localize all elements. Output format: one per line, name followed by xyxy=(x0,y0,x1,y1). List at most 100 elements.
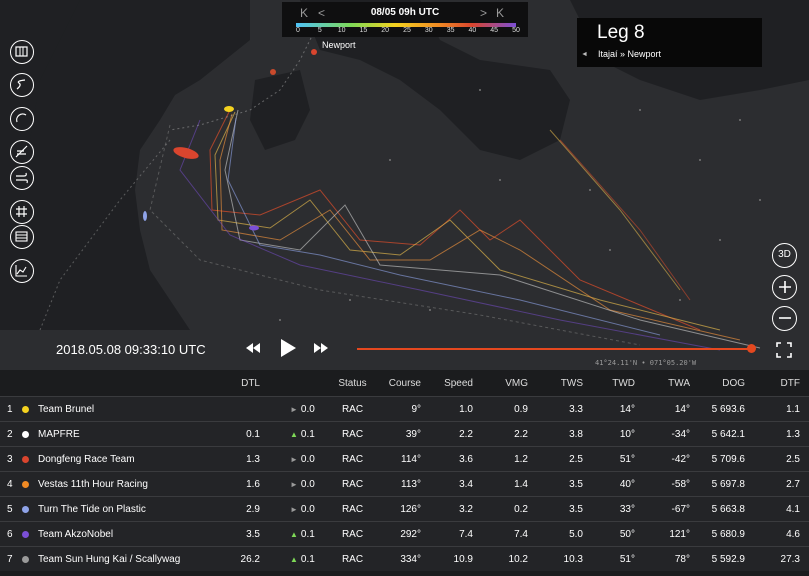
cell-twd: 10° xyxy=(619,429,635,440)
leg-panel: Leg 8 ◄ Itajaí » Newport xyxy=(577,18,762,67)
table-row[interactable]: 3 Dongfeng Race Team ► 0.0 1.3 RAC 114° 3.6 1.2 2… xyxy=(0,446,809,471)
cell-dtl: 1.6 xyxy=(246,479,260,490)
leaderboard-button[interactable] xyxy=(10,225,34,249)
race-map[interactable]: K < 08/05 09h UTC > K 0 5 10 15 20 25 30 35 40 45… xyxy=(0,0,809,370)
cell-twa: 78° xyxy=(674,554,690,565)
cell-tws: 5.0 xyxy=(569,529,583,540)
wind-scale-tick: 10 xyxy=(337,27,346,34)
header-course: Course xyxy=(388,378,421,389)
fast-forward-button[interactable] xyxy=(312,339,330,357)
cell-twa: -34° xyxy=(671,429,690,440)
chart-button[interactable] xyxy=(10,259,34,283)
team-name: Team AkzoNobel xyxy=(38,529,114,540)
compass-button[interactable] xyxy=(10,107,34,131)
grid-button[interactable] xyxy=(10,200,34,224)
team-name: MAPFRE xyxy=(38,429,80,440)
rank: 4 xyxy=(7,479,13,490)
delta-cell: ► 0.0 xyxy=(290,447,330,472)
wind-icon xyxy=(16,172,28,184)
cell-dtf: 1.1 xyxy=(786,404,800,415)
cell-twa: -58° xyxy=(671,479,690,490)
cursor-coordinates: 41°24.11'N • 071°05.20'W xyxy=(595,359,697,367)
wind-off-button[interactable] xyxy=(10,140,34,164)
cell-dog: 5 592.9 xyxy=(711,554,745,565)
table-row[interactable]: 1 Team Brunel ► 0.0 RAC 9° 1.0 0.9 3.3 14° 14° 5 69… xyxy=(0,396,809,421)
team-color-dot xyxy=(22,481,29,488)
delta-value: 0.1 xyxy=(300,529,315,540)
cell-course: 292° xyxy=(400,529,421,540)
cell-dog: 5 709.6 xyxy=(711,454,745,465)
timeline-last-button[interactable]: K xyxy=(496,6,504,20)
route-button[interactable] xyxy=(10,73,34,97)
table-header: DTL Status Course Speed VMG TWS TWD TWA … xyxy=(0,372,809,396)
land-mass xyxy=(250,70,310,150)
cell-dtl: 26.2 xyxy=(240,554,260,565)
cell-status: RAC xyxy=(341,479,364,490)
cell-vmg: 7.4 xyxy=(514,529,528,540)
header-dtf: DTF xyxy=(780,378,800,389)
zoom-in-button[interactable] xyxy=(772,275,797,300)
fast-forward-icon xyxy=(314,343,328,353)
header-dtl: DTL xyxy=(241,378,260,389)
team-color-dot xyxy=(22,506,29,513)
wind-button[interactable] xyxy=(10,166,34,190)
trend-icon: ► xyxy=(290,480,298,489)
cell-vmg: 1.4 xyxy=(514,479,528,490)
cell-course: 114° xyxy=(401,454,421,465)
team-name: Team Sun Hung Kai / Scallywag xyxy=(38,554,181,565)
leg-prev-icon[interactable]: ◄ xyxy=(581,51,588,58)
cell-twd: 33° xyxy=(619,504,635,515)
wind-scale-tick: 20 xyxy=(381,27,390,34)
table-row[interactable]: 4 Vestas 11th Hour Racing ► 0.0 1.6 RAC 113° 3.… xyxy=(0,471,809,496)
trend-icon: ▲ xyxy=(290,430,298,439)
wind-scale-tick: 45 xyxy=(490,27,499,34)
newport-label: Newport xyxy=(322,40,356,50)
fullscreen-button[interactable] xyxy=(776,342,792,358)
cell-twa: 121° xyxy=(669,529,690,540)
boat-brunel-icon xyxy=(224,106,234,112)
wind-scale-tick: 50 xyxy=(512,27,520,34)
cell-twd: 14° xyxy=(619,404,635,415)
three-d-button[interactable]: 3D xyxy=(772,243,797,268)
cell-course: 126° xyxy=(400,504,421,515)
table-row[interactable]: 7 Team Sun Hung Kai / Scallywag ▲ 0.1 26.2 RA… xyxy=(0,546,809,571)
rank: 1 xyxy=(7,404,13,415)
leg-route: Itajaí » Newport xyxy=(598,49,662,59)
delta-value: 0.0 xyxy=(300,454,315,465)
cell-status: RAC xyxy=(341,554,364,565)
rewind-button[interactable] xyxy=(244,339,262,357)
playback-track[interactable] xyxy=(357,348,752,350)
cell-twd: 50° xyxy=(619,529,635,540)
rewind-icon xyxy=(246,343,260,353)
timeline-next-button[interactable]: > xyxy=(480,6,487,20)
table-row[interactable]: 2 MAPFRE ▲ 0.1 0.1 RAC 39° 2.2 2.2 3.8 10° -34° 5 64… xyxy=(0,421,809,446)
cell-speed: 10.9 xyxy=(453,554,473,565)
zoom-out-button[interactable] xyxy=(772,306,797,331)
grid-icon xyxy=(16,206,27,217)
chart-icon xyxy=(15,265,27,277)
cell-speed: 3.6 xyxy=(459,454,473,465)
cell-twa: -67° xyxy=(671,504,690,515)
cell-dtl: 2.9 xyxy=(246,504,260,515)
team-color-dot xyxy=(22,431,29,438)
leg-title: Leg 8 xyxy=(597,22,645,43)
wind-disabled-icon xyxy=(15,145,28,158)
cell-status: RAC xyxy=(341,404,364,415)
cell-twd: 51° xyxy=(619,454,635,465)
table-row[interactable]: 6 Team AkzoNobel ▲ 0.1 3.5 RAC 292° 7.4 7.4 5.0 50… xyxy=(0,521,809,546)
wind-scale-tick: 0 xyxy=(296,27,300,34)
delta-value: 0.1 xyxy=(300,429,315,440)
route-icon xyxy=(16,79,26,90)
map-layers-button[interactable] xyxy=(10,40,34,64)
playback-knob[interactable] xyxy=(747,344,756,353)
table-row[interactable]: 5 Turn The Tide on Plastic ► 0.0 2.9 RAC 126° 3… xyxy=(0,496,809,521)
cell-dog: 5 697.8 xyxy=(711,479,745,490)
delta-cell: ▲ 0.1 xyxy=(290,522,330,547)
header-dog: DOG xyxy=(722,378,745,389)
team-name: Vestas 11th Hour Racing xyxy=(38,479,148,490)
trend-icon: ► xyxy=(290,455,298,464)
team-name: Dongfeng Race Team xyxy=(38,454,135,465)
rank: 6 xyxy=(7,529,13,540)
play-button[interactable] xyxy=(278,337,298,359)
cell-course: 39° xyxy=(405,429,421,440)
